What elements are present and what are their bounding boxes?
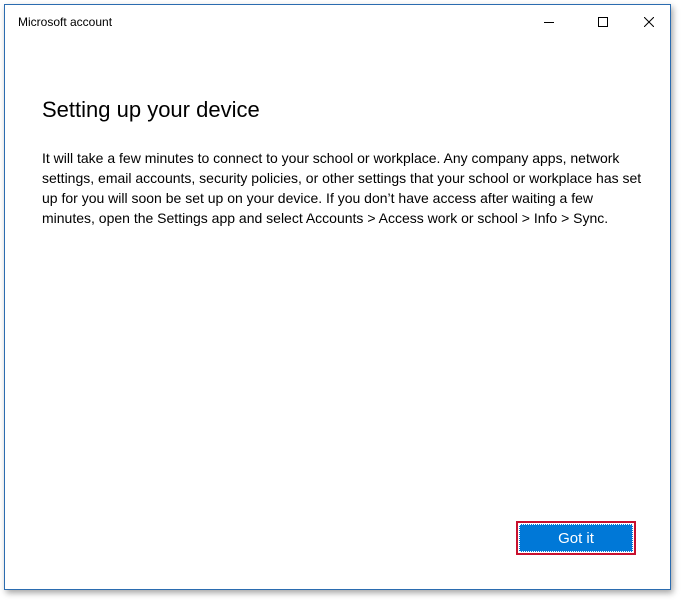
title-bar[interactable]: Microsoft account [5, 5, 670, 39]
close-button[interactable] [626, 5, 672, 39]
window-title: Microsoft account [18, 15, 113, 29]
minimize-button[interactable] [526, 5, 572, 39]
description-text: It will take a few minutes to connect to… [42, 150, 642, 226]
maximize-icon [598, 17, 608, 27]
got-it-button[interactable]: Got it [519, 524, 633, 552]
maximize-button[interactable] [580, 5, 626, 39]
close-icon [644, 17, 654, 27]
dialog-window: Microsoft account Setting up your device… [4, 4, 671, 590]
page-title: Setting up your device [42, 97, 260, 122]
got-it-highlight: Got it [516, 521, 636, 555]
minimize-icon [544, 22, 554, 23]
